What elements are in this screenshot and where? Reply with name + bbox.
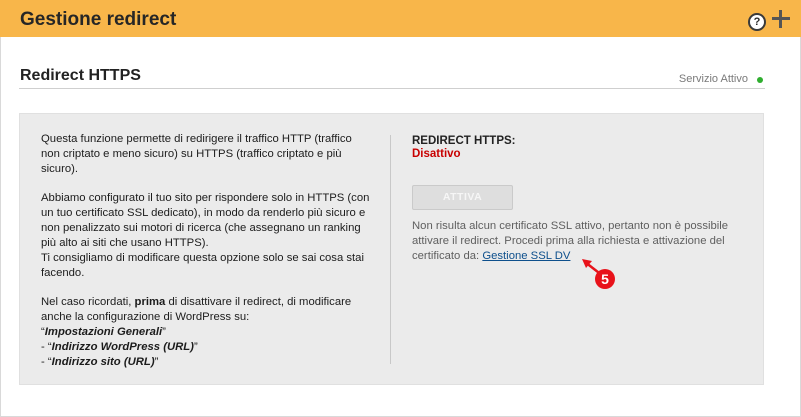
info-p3-before: Nel caso ricordati, bbox=[41, 296, 135, 308]
status-dot-icon bbox=[757, 77, 763, 83]
wp-setting-item-2: Indirizzo WordPress (URL) bbox=[51, 341, 194, 353]
header-bar: Gestione redirect ? bbox=[0, 0, 801, 37]
wp-setting-item-1: Impostazioni Generali bbox=[44, 326, 163, 338]
wp-setting-item-3: Indirizzo sito (URL) bbox=[51, 356, 155, 368]
section-title: Redirect HTTPS bbox=[20, 67, 141, 84]
info-p3-bold: prima bbox=[134, 296, 166, 308]
redirect-label: REDIRECT HTTPS: bbox=[412, 135, 516, 147]
wp-setting-item: - “Indirizzo sito (URL)” bbox=[41, 356, 159, 368]
info-paragraph-2-text: Abbiamo configurato il tuo sito per risp… bbox=[41, 192, 370, 249]
section-divider bbox=[19, 88, 765, 89]
info-paragraph-2: Abbiamo configurato il tuo sito per risp… bbox=[41, 191, 371, 281]
help-icon[interactable]: ? bbox=[748, 13, 766, 31]
info-text: Questa funzione permette di redirigere i… bbox=[41, 132, 371, 384]
info-paragraph-2-advice: Ti consigliamo di modificare questa opzi… bbox=[41, 252, 364, 279]
gestione-ssl-link[interactable]: Gestione SSL DV bbox=[482, 250, 570, 262]
activate-button[interactable]: ATTIVA bbox=[412, 185, 513, 210]
info-paragraph-3: Nel caso ricordati, prima di disattivare… bbox=[41, 295, 371, 370]
annotation-marker: 5 bbox=[582, 259, 615, 289]
service-status-label: Servizio Attivo bbox=[678, 73, 748, 85]
plus-icon[interactable] bbox=[772, 10, 790, 28]
wp-setting-item: “Impostazioni Generali” bbox=[41, 326, 166, 338]
redirect-panel: Questa funzione permette di redirigere i… bbox=[19, 113, 764, 385]
redirect-status-value: Disattivo bbox=[412, 148, 461, 160]
vertical-divider bbox=[390, 135, 391, 364]
info-paragraph-1: Questa funzione permette di redirigere i… bbox=[41, 133, 352, 175]
annotation-number: 5 bbox=[601, 271, 609, 287]
page-title: Gestione redirect bbox=[20, 9, 177, 30]
wp-setting-item: - “Indirizzo WordPress (URL)” bbox=[41, 341, 198, 353]
redirect-status-area: REDIRECT HTTPS: Disattivo ATTIVA Non ris… bbox=[412, 135, 742, 262]
